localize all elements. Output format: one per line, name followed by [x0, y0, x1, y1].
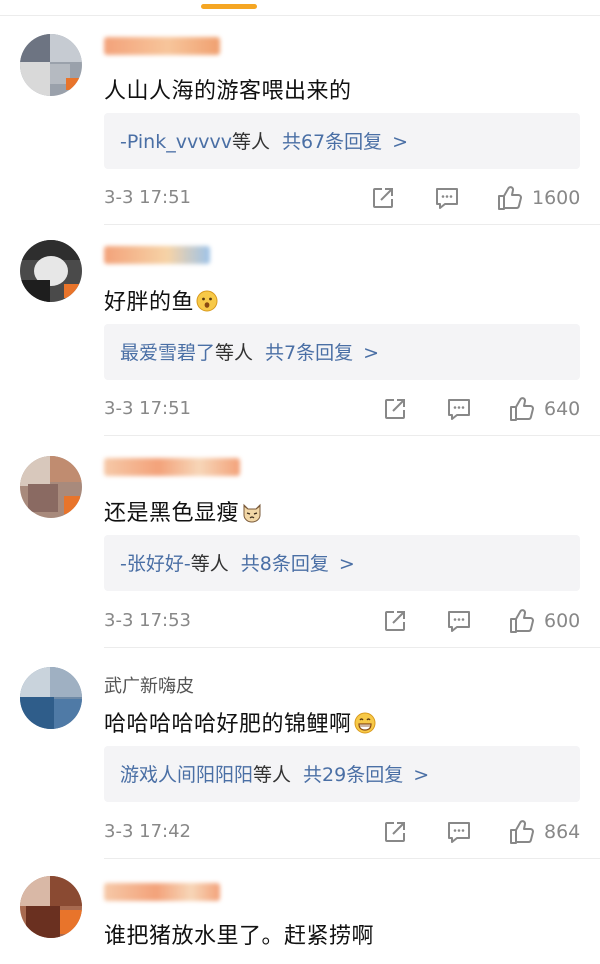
reply-summary[interactable]: 游戏人间阳阳阳等人 共29条回复 >	[104, 746, 580, 802]
share-button[interactable]	[382, 817, 408, 847]
comment-button[interactable]	[446, 394, 472, 424]
reply-username[interactable]: -张好好-	[120, 553, 191, 575]
comment-icon	[436, 188, 458, 209]
reply-summary[interactable]: -张好好-等人 共8条回复 >	[104, 535, 580, 591]
like-button[interactable]: 1600	[496, 183, 580, 213]
avatar[interactable]	[20, 876, 82, 938]
comment-text: 人山人海的游客喂出来的	[104, 73, 352, 105]
thumbs-up-icon	[510, 397, 534, 421]
like-button[interactable]: 600	[508, 606, 580, 636]
reply-others-label: 等人	[231, 131, 270, 153]
comment-button[interactable]	[446, 817, 472, 847]
timestamp: 3-3 17:51	[104, 398, 191, 419]
reply-summary[interactable]: -Pink_vvvvv等人 共67条回复 >	[104, 113, 580, 169]
reply-username[interactable]: 游戏人间阳阳阳	[120, 764, 253, 786]
reply-count[interactable]: 共67条回复	[282, 131, 382, 153]
reply-count[interactable]: 共8条回复	[241, 553, 329, 575]
like-count: 864	[544, 821, 581, 843]
share-icon	[385, 822, 405, 842]
top-divider	[0, 15, 600, 16]
comment-text-label: 还是黑色显瘦	[104, 501, 240, 526]
username-blurred[interactable]	[104, 883, 220, 901]
comment-text-label: 哈哈哈哈哈好肥的锦鲤啊	[104, 712, 352, 737]
share-button[interactable]	[382, 606, 408, 636]
like-button[interactable]: 640	[508, 394, 580, 424]
thumbs-up-icon	[510, 609, 534, 633]
surprised-face-icon	[196, 290, 218, 312]
thumbs-up-icon	[510, 820, 534, 844]
username-blurred[interactable]	[104, 458, 240, 476]
reply-others-label: 等人	[253, 764, 292, 786]
comment-text: 还是黑色显瘦	[104, 495, 263, 527]
comment-meta: 3-3 17:51 1600	[0, 183, 600, 213]
comment-meta: 3-3 17:42 864	[0, 817, 600, 847]
tab-indicator	[201, 4, 257, 9]
comment-icon	[448, 399, 470, 420]
like-count: 1600	[532, 187, 581, 209]
avatar[interactable]	[20, 667, 82, 729]
comment-text: 好胖的鱼	[104, 284, 218, 316]
comment-text-label: 谁把猪放水里了。赶紧捞啊	[104, 924, 375, 949]
chevron-right-icon[interactable]: >	[413, 764, 429, 786]
divider	[104, 858, 600, 859]
comment-icon	[448, 611, 470, 632]
thumbs-up-icon	[498, 186, 522, 210]
comment-meta: 3-3 17:53 600	[0, 606, 600, 636]
avatar[interactable]	[20, 34, 82, 96]
share-button[interactable]	[382, 394, 408, 424]
grinning-face-icon	[354, 712, 376, 734]
avatar[interactable]	[20, 240, 82, 302]
comment-button[interactable]	[434, 183, 460, 213]
chevron-right-icon[interactable]: >	[339, 553, 355, 575]
divider	[104, 435, 600, 436]
share-button[interactable]	[370, 183, 396, 213]
comment-text-label: 好胖的鱼	[104, 290, 195, 315]
timestamp: 3-3 17:51	[104, 187, 191, 208]
username[interactable]: 武广新嗨皮	[104, 672, 194, 698]
reply-count[interactable]: 共29条回复	[303, 764, 403, 786]
comment-meta: 3-3 17:51 640	[0, 394, 600, 424]
reply-others-label: 等人	[190, 553, 229, 575]
reply-summary[interactable]: 最爱雪碧了等人 共7条回复 >	[104, 324, 580, 380]
comment-button[interactable]	[446, 606, 472, 636]
comment-icon	[448, 822, 470, 843]
reply-others-label: 等人	[215, 342, 254, 364]
comment-text-label: 人山人海的游客喂出来的	[104, 79, 352, 104]
reply-username[interactable]: -Pink_vvvvv	[120, 131, 232, 153]
reply-count[interactable]: 共7条回复	[265, 342, 353, 364]
divider	[104, 647, 600, 648]
timestamp: 3-3 17:42	[104, 821, 191, 842]
divider	[104, 224, 600, 225]
share-icon	[385, 611, 405, 631]
like-count: 640	[544, 398, 581, 420]
comment-text: 谁把猪放水里了。赶紧捞啊	[104, 918, 374, 950]
chevron-right-icon[interactable]: >	[392, 131, 408, 153]
comment-text: 哈哈哈哈哈好肥的锦鲤啊	[104, 706, 376, 738]
cat-face-icon	[243, 503, 261, 523]
share-icon	[373, 188, 393, 208]
username-blurred[interactable]	[104, 246, 210, 264]
share-icon	[385, 399, 405, 419]
like-button[interactable]: 864	[508, 817, 580, 847]
timestamp: 3-3 17:53	[104, 610, 191, 631]
username-blurred[interactable]	[104, 37, 220, 55]
avatar[interactable]	[20, 456, 82, 518]
chevron-right-icon[interactable]: >	[363, 342, 379, 364]
like-count: 600	[544, 610, 581, 632]
reply-username[interactable]: 最爱雪碧了	[120, 342, 215, 364]
